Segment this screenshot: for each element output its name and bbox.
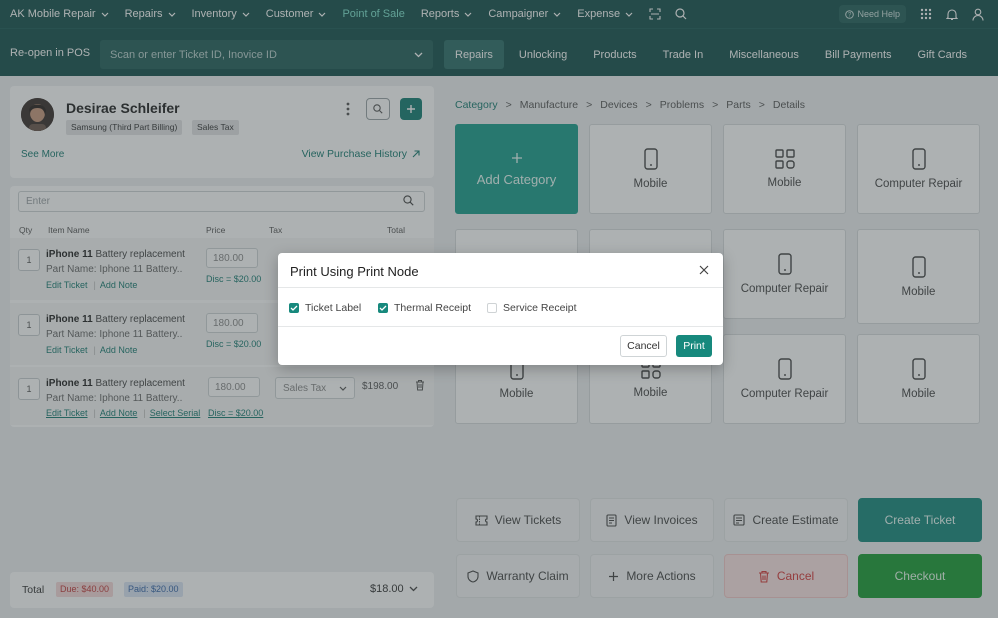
cancel-button[interactable]: Cancel: [620, 335, 667, 357]
ticket-label-checkbox[interactable]: Ticket Label: [289, 302, 361, 314]
divider: [278, 287, 723, 288]
print-button[interactable]: Print: [676, 335, 712, 357]
ticket-label-text: Ticket Label: [305, 302, 362, 314]
checkbox-checked-icon: [289, 303, 299, 313]
checkbox-checked-icon: [378, 303, 388, 313]
close-icon[interactable]: [699, 265, 709, 275]
checkbox-unchecked-icon: [487, 303, 497, 313]
print-node-dialog: Print Using Print Node Ticket Label Ther…: [278, 253, 723, 365]
thermal-receipt-checkbox[interactable]: Thermal Receipt: [378, 302, 471, 314]
divider: [278, 326, 723, 327]
thermal-receipt-text: Thermal Receipt: [394, 302, 472, 314]
service-receipt-text: Service Receipt: [503, 302, 577, 314]
service-receipt-checkbox[interactable]: Service Receipt: [487, 302, 577, 314]
dialog-title: Print Using Print Node: [290, 264, 419, 279]
